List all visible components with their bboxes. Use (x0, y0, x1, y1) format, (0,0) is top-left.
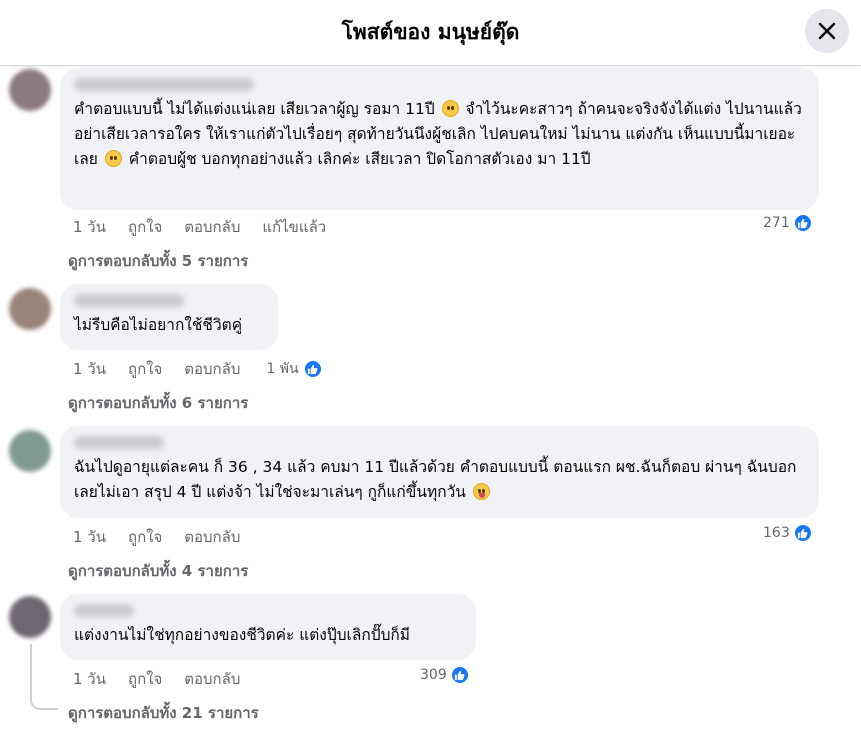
view-replies-link[interactable]: ดูการตอบกลับทั้ง 21 รายการ (68, 701, 259, 725)
author-name[interactable] (74, 78, 254, 91)
view-replies-link[interactable]: ดูการตอบกลับทั้ง 6 รายการ (68, 391, 248, 415)
reaction-count[interactable]: 163 (763, 523, 813, 543)
view-replies-link[interactable]: ดูการตอบกลับทั้ง 5 รายการ (68, 249, 248, 273)
reaction-number: 309 (420, 667, 447, 683)
avatar[interactable] (9, 430, 51, 472)
reply-button[interactable]: ตอบกลับ (184, 667, 240, 691)
tongue-face-icon (472, 483, 490, 500)
comment-actions: 1 วัน ถูกใจ ตอบกลับ (73, 667, 240, 691)
comments-feed[interactable]: คำตอบแบบนี้ ไม่ได้แต่งแน่เลย เสียเวลาผู้… (0, 66, 861, 732)
reply-button[interactable]: ตอบกลับ (184, 525, 240, 549)
view-replies-link[interactable]: ดูการตอบกลับทั้ง 4 รายการ (68, 559, 248, 583)
avatar[interactable] (9, 288, 51, 330)
reply-button[interactable]: ตอบกลับ (184, 357, 240, 381)
like-button[interactable]: ถูกใจ (128, 525, 162, 549)
like-icon (302, 359, 323, 379)
pleading-face-icon (104, 150, 122, 167)
reaction-count[interactable]: 1 พัน (266, 358, 323, 380)
reaction-number: 1 พัน (266, 361, 299, 377)
comment-actions: 1 วัน ถูกใจ ตอบกลับ (73, 525, 240, 549)
like-icon (449, 665, 470, 685)
reaction-count[interactable]: 271 (763, 213, 813, 233)
close-icon (818, 22, 836, 40)
comment-actions: 1 วัน ถูกใจ ตอบกลับ แก้ไขแล้ว (73, 215, 326, 239)
comment-text: แต่งงานไม่ใช่ทุกอย่างของชีวิตค่ะ แต่งปุ๊… (74, 626, 411, 644)
edited-label[interactable]: แก้ไขแล้ว (262, 215, 326, 239)
comment-bubble: คำตอบแบบนี้ ไม่ได้แต่งแน่เลย เสียเวลาผู้… (60, 68, 819, 210)
author-name[interactable] (74, 294, 184, 307)
dialog-header: โพสต์ของ มนุษย์ตุ๊ด (0, 0, 861, 66)
timestamp[interactable]: 1 วัน (73, 525, 106, 549)
reaction-number: 271 (763, 215, 790, 231)
pleading-face-icon (441, 100, 459, 117)
like-button[interactable]: ถูกใจ (128, 215, 162, 239)
reaction-number: 163 (763, 525, 790, 541)
avatar[interactable] (9, 596, 51, 638)
timestamp[interactable]: 1 วัน (73, 357, 106, 381)
comment-actions: 1 วัน ถูกใจ ตอบกลับ 1 พัน (73, 357, 323, 381)
reply-button[interactable]: ตอบกลับ (184, 215, 240, 239)
comment-bubble: ไม่รีบคือไม่อยากใช้ชีวิตคู่ (60, 284, 278, 350)
author-name[interactable] (74, 436, 164, 449)
comment-bubble: ฉันไปดูอายุแต่ละคน ก็ 36 , 34 แล้ว คบมา … (60, 426, 819, 518)
comment-text: คำตอบแบบนี้ ไม่ได้แต่งแน่เลย เสียเวลาผู้… (74, 100, 802, 168)
thread-connector (30, 644, 58, 710)
dialog-title: โพสต์ของ มนุษย์ตุ๊ด (341, 20, 520, 44)
timestamp[interactable]: 1 วัน (73, 215, 106, 239)
timestamp[interactable]: 1 วัน (73, 667, 106, 691)
avatar[interactable] (9, 69, 51, 111)
comment-bubble: แต่งงานไม่ใช่ทุกอย่างของชีวิตค่ะ แต่งปุ๊… (60, 594, 476, 660)
comment-text: ฉันไปดูอายุแต่ละคน ก็ 36 , 34 แล้ว คบมา … (74, 458, 797, 501)
like-icon (792, 523, 813, 543)
author-name[interactable] (74, 604, 134, 617)
comment-text: ไม่รีบคือไม่อยากใช้ชีวิตคู่ (74, 316, 243, 334)
like-button[interactable]: ถูกใจ (128, 667, 162, 691)
reaction-count[interactable]: 309 (420, 665, 470, 685)
close-button[interactable] (805, 9, 849, 53)
like-button[interactable]: ถูกใจ (128, 357, 162, 381)
like-icon (792, 213, 813, 233)
